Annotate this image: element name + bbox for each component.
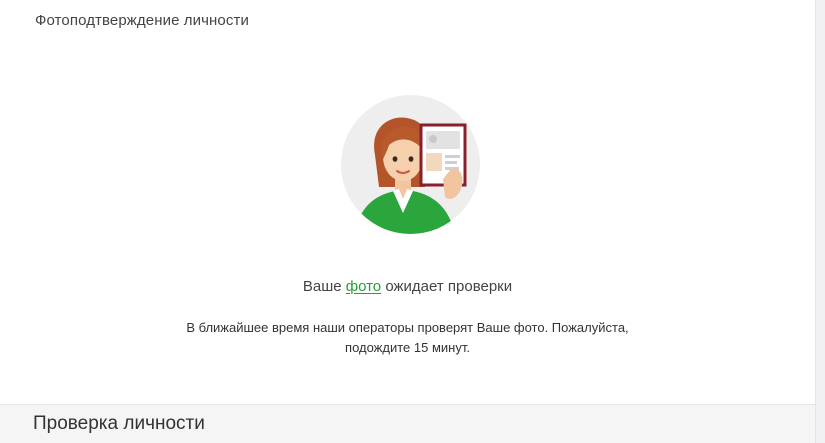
status-prefix: Ваше [302,278,346,295]
section-title: Фотоподтверждение личности [35,12,249,29]
identity-check-section: Проверка личности [0,404,815,443]
page: Фотоподтверждение личности Ваше фото ожи… [0,0,825,443]
verification-status: Ваше фото ожидает проверки [0,278,815,295]
woman-with-id-icon [341,95,480,234]
photo-verification-card: Фотоподтверждение личности Ваше фото ожи… [0,0,815,404]
identity-check-title: Проверка личности [33,413,205,434]
status-suffix: ожидает проверки [381,278,513,295]
wait-notice-line-2: подождите 15 минут. [345,340,470,355]
photo-link[interactable]: фото [346,278,381,295]
scrollbar-track[interactable] [815,0,825,443]
wait-notice: В ближайшее время наши операторы проверя… [0,318,815,358]
wait-notice-line-1: В ближайшее время наши операторы проверя… [186,320,629,335]
